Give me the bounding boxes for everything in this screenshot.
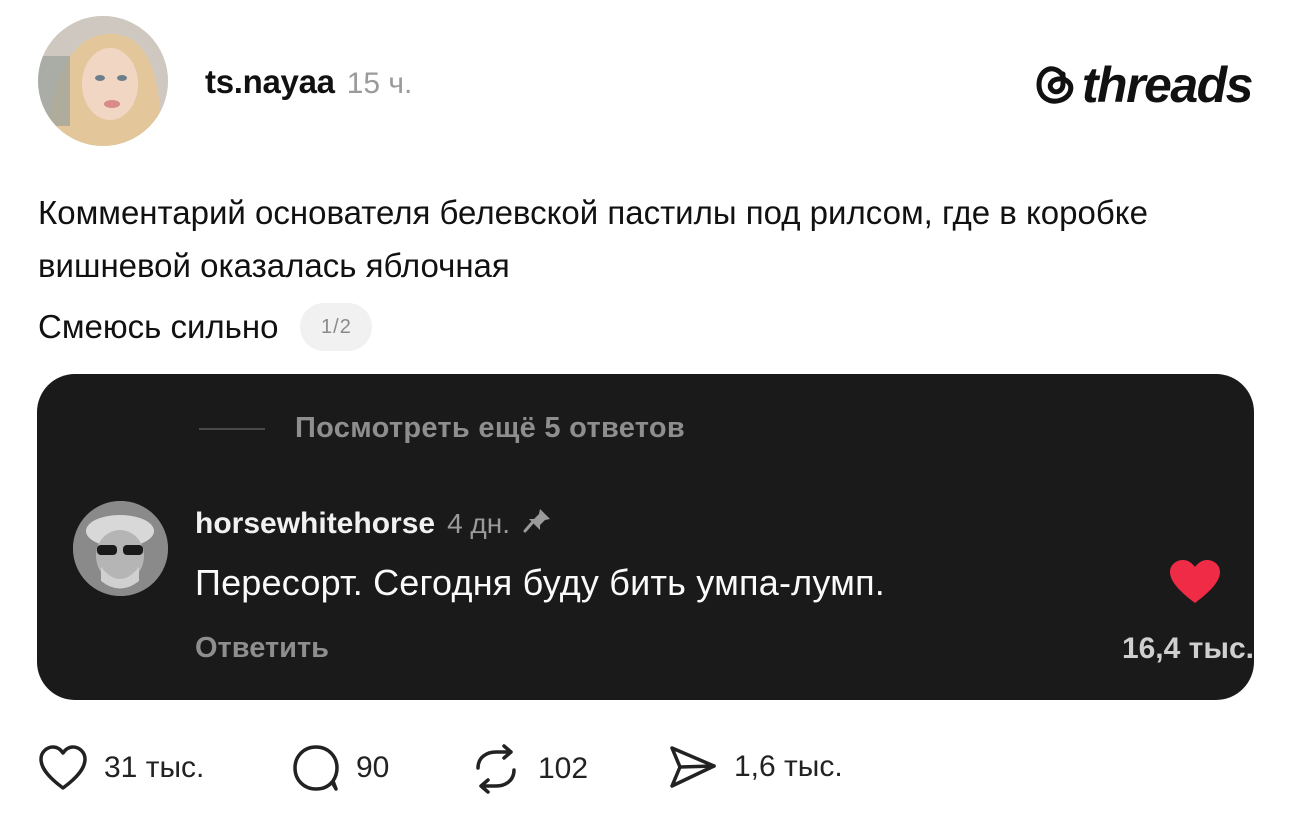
- repost-count: 102: [538, 752, 589, 785]
- author-username[interactable]: ts.nayaa: [205, 63, 335, 101]
- share-count: 1,6 тыс.: [734, 750, 843, 783]
- comment-count: 90: [356, 751, 390, 784]
- post-subtext: Смеюсь сильно: [38, 308, 279, 345]
- comment-text: Пересорт. Сегодня буду бить умпа-лумп.: [195, 562, 885, 603]
- post-action-bar: 31 тыс. 90 102 1,6 тыс.: [38, 744, 1038, 800]
- speech-bubble-icon: [292, 744, 340, 792]
- reply-label: Ответить: [195, 632, 330, 664]
- thread-divider: [199, 427, 265, 430]
- commenter-username: horsewhitehorse: [195, 507, 436, 540]
- post-header: ts.nayaa 15 ч. threads: [38, 16, 1254, 148]
- comment-likes-count: 16,4 тыс.: [1121, 632, 1254, 665]
- view-more-label: Посмотреть ещё 5 ответов: [295, 412, 686, 444]
- comment-timestamp: 4 дн.: [447, 508, 510, 539]
- post-body-text: Комментарий основателя белевской пастилы…: [38, 194, 1148, 284]
- repost-arrows-icon: [470, 744, 522, 794]
- embedded-comment-screenshot[interactable]: Посмотреть ещё 5 ответов horsewhitehorse…: [37, 374, 1254, 700]
- image-pager-badge: 1/2: [300, 303, 373, 351]
- share-button[interactable]: 1,6 тыс.: [668, 744, 843, 790]
- pin-icon: [522, 507, 552, 533]
- commenter-avatar: [73, 501, 168, 596]
- view-more-replies: Посмотреть ещё 5 ответов: [199, 412, 685, 445]
- like-button[interactable]: 31 тыс.: [38, 744, 204, 792]
- like-count: 31 тыс.: [104, 751, 205, 784]
- paper-plane-icon: [668, 744, 718, 790]
- threads-wordmark: threads: [1081, 57, 1254, 113]
- author-avatar[interactable]: [38, 16, 168, 146]
- heart-outline-icon: [38, 744, 88, 792]
- heart-filled-icon: [1169, 559, 1221, 605]
- threads-brand: threads: [1032, 56, 1254, 114]
- post-timestamp: 15 ч.: [346, 67, 413, 100]
- threads-logo-icon: [1032, 60, 1076, 111]
- repost-button[interactable]: 102: [470, 744, 588, 794]
- comment-button[interactable]: 90: [292, 744, 389, 792]
